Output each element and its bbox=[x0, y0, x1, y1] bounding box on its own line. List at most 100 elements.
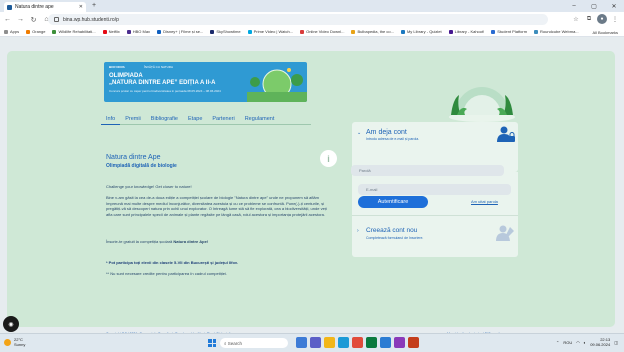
notifications-icon[interactable]: ◫ bbox=[614, 340, 618, 345]
system-tray: ⌃ ROU ◠ 🔈︎ 22:13 09.06.2024 ◫ bbox=[556, 337, 618, 347]
bookmark-favicon-icon bbox=[247, 29, 252, 34]
bookmark-favicon-icon bbox=[448, 29, 453, 34]
weather-condition: Sunny bbox=[14, 342, 26, 347]
tab-bibliografie[interactable]: Bibliografie bbox=[146, 113, 183, 125]
browser-tab[interactable]: Natura dintre ape ✕ bbox=[4, 2, 86, 12]
bookmark-label: Student Platform bbox=[497, 29, 528, 34]
onenote-icon[interactable] bbox=[394, 337, 405, 348]
sun-icon bbox=[4, 338, 11, 346]
tab-close-icon[interactable]: ✕ bbox=[79, 4, 83, 10]
banner-subtitle: Concurs școlar cu caper pentru biodivers… bbox=[109, 89, 221, 93]
bookmark-item[interactable]: Library - Kahoot! bbox=[448, 29, 484, 34]
bookmark-item[interactable]: My Library - Quizlet bbox=[400, 29, 442, 34]
task-view-icon[interactable] bbox=[296, 337, 307, 348]
bookmark-item[interactable]: Online Video Downl... bbox=[300, 29, 344, 34]
language-indicator[interactable]: ROU bbox=[563, 340, 572, 345]
teams-icon[interactable] bbox=[310, 337, 321, 348]
register-panel[interactable]: › Creează cont nou Completează formularu… bbox=[352, 215, 518, 257]
volume-icon[interactable]: 🔈︎ bbox=[584, 340, 586, 345]
login-button[interactable]: Autentificare bbox=[358, 196, 428, 208]
register-cta-name: Natura dintre Ape! bbox=[173, 239, 209, 244]
address-bar[interactable]: bina.wp.hub.studenti.ro/p bbox=[48, 14, 548, 25]
tab-parteneri[interactable]: Parteneri bbox=[207, 113, 239, 125]
weather-text: 22°C Sunny bbox=[14, 337, 25, 347]
page-title: Natura dintre Ape bbox=[106, 154, 161, 161]
password-field[interactable]: Parolă bbox=[351, 165, 504, 176]
new-tab-button[interactable]: + bbox=[92, 2, 96, 9]
powerpoint-icon[interactable] bbox=[408, 337, 419, 348]
minimize-icon[interactable]: – bbox=[564, 0, 584, 12]
bookmark-item[interactable]: Disney+ | Filme și se... bbox=[157, 29, 203, 34]
window-controls: – ▢ ✕ bbox=[564, 0, 624, 12]
mail-icon[interactable] bbox=[380, 337, 391, 348]
star-icon[interactable]: ☆ bbox=[571, 14, 581, 24]
banner-title-line1: OLIMPIADA bbox=[109, 73, 143, 79]
chrome-icon[interactable] bbox=[352, 337, 363, 348]
bookmark-item[interactable]: Apps bbox=[4, 29, 19, 34]
back-icon[interactable]: ← bbox=[2, 14, 13, 25]
user-add-icon bbox=[496, 225, 514, 241]
all-bookmarks-button[interactable]: All Bookmarks bbox=[592, 30, 618, 35]
login-title: Am deja cont bbox=[366, 129, 407, 136]
bookmark-item[interactable]: Student Platform bbox=[491, 29, 527, 34]
profile-avatar[interactable]: ● bbox=[597, 14, 607, 24]
bookmark-favicon-icon bbox=[300, 29, 305, 34]
eligibility-note: * Pot participa toți elevii din clasele … bbox=[106, 260, 238, 265]
bookmark-item[interactable]: Orange bbox=[26, 29, 45, 34]
bookmark-item[interactable]: HBO Max bbox=[126, 29, 150, 34]
chevron-right-icon: › bbox=[357, 228, 359, 234]
menu-icon[interactable]: ⋮ bbox=[610, 14, 620, 24]
banner-globe-illustration bbox=[247, 68, 307, 102]
bookmark-label: Netflix bbox=[108, 29, 120, 34]
register-cta-text: Înscrie-te gratuit la competiția școlară bbox=[106, 239, 174, 244]
extensions-icon[interactable]: ⧉ bbox=[584, 14, 594, 24]
bookmark-label: My Library - Quizlet bbox=[406, 29, 442, 34]
email-field[interactable]: E-mail bbox=[358, 184, 511, 195]
tab-regulament[interactable]: Regulament bbox=[240, 113, 280, 125]
excel-icon[interactable] bbox=[366, 337, 377, 348]
browser-tab-bar: Natura dintre ape ✕ + – ▢ ✕ bbox=[0, 0, 624, 12]
bookmark-label: Online Video Downl... bbox=[306, 29, 345, 34]
bookmark-label: Wildlife Rehabilitati... bbox=[58, 29, 96, 34]
section-tabs: Info Premii Bibliografie Etape Parteneri Regu… bbox=[101, 113, 311, 125]
url-text: bina.wp.hub.studenti.ro/p bbox=[63, 16, 119, 23]
forgot-password-link[interactable]: Am uitat parola bbox=[471, 199, 498, 204]
bookmark-favicon-icon bbox=[52, 29, 57, 34]
tab-info[interactable]: Info bbox=[101, 113, 121, 125]
file-explorer-icon[interactable] bbox=[324, 337, 335, 348]
forward-icon[interactable]: → bbox=[15, 14, 26, 25]
bookmark-favicon-icon bbox=[491, 29, 496, 34]
close-window-icon[interactable]: ✕ bbox=[604, 0, 624, 12]
bookmark-item[interactable]: Prime Video | Watch... bbox=[247, 29, 294, 34]
bookmark-item[interactable]: Wildlife Rehabilitati... bbox=[52, 29, 96, 34]
chevron-down-icon: ⌄ bbox=[357, 130, 362, 136]
windows-taskbar: 22°C Sunny ⌕ Search ⌃ ROU ◠ 🔈︎ 22:13 09.06… bbox=[0, 333, 624, 352]
chat-widget-button[interactable]: ◉ bbox=[3, 316, 19, 332]
intro-heading: Natura dintre Ape Olimpiadă digitală de … bbox=[106, 154, 336, 169]
wifi-icon[interactable]: ◠ bbox=[576, 340, 580, 345]
weather-widget[interactable]: 22°C Sunny bbox=[4, 337, 25, 347]
bookmark-item[interactable]: Netflix bbox=[102, 29, 120, 34]
bookmark-label: Roundcube Webma... bbox=[540, 29, 579, 34]
bookmark-item[interactable]: Roundcube Webma... bbox=[534, 29, 579, 34]
bookmark-favicon-icon bbox=[351, 29, 356, 34]
bookmark-label: Prime Video | Watch... bbox=[253, 29, 294, 34]
register-cta: Înscrie-te gratuit la competiția școlară… bbox=[106, 239, 331, 245]
edge-icon[interactable] bbox=[338, 337, 349, 348]
reload-icon[interactable]: ↻ bbox=[28, 14, 39, 25]
tray-chevron-icon[interactable]: ⌃ bbox=[556, 340, 559, 345]
bookmark-item[interactable]: SkyShowtime bbox=[210, 29, 241, 34]
tab-etape[interactable]: Etape bbox=[183, 113, 207, 125]
bookmark-item[interactable]: Bulbapedia, the co... bbox=[351, 29, 394, 34]
bookmark-favicon-icon bbox=[210, 29, 215, 34]
windows-start-icon[interactable] bbox=[208, 339, 216, 347]
bookmark-favicon-icon bbox=[534, 29, 539, 34]
site-info-icon[interactable] bbox=[54, 17, 59, 22]
banner-brand-secondary: ÎNVĂȚĂ CU NATURA bbox=[144, 65, 173, 69]
olympiad-banner: BCR NOVA ÎNVĂȚĂ CU NATURA OLIMPIADA „NAT… bbox=[104, 62, 307, 102]
tab-premii[interactable]: Premii bbox=[120, 113, 146, 125]
taskbar-search[interactable]: ⌕ Search bbox=[220, 338, 288, 348]
login-subtitle: Introdu adresa de e-mail și parola. bbox=[366, 137, 420, 141]
clock[interactable]: 22:13 09.06.2024 bbox=[590, 337, 610, 347]
maximize-icon[interactable]: ▢ bbox=[584, 0, 604, 12]
